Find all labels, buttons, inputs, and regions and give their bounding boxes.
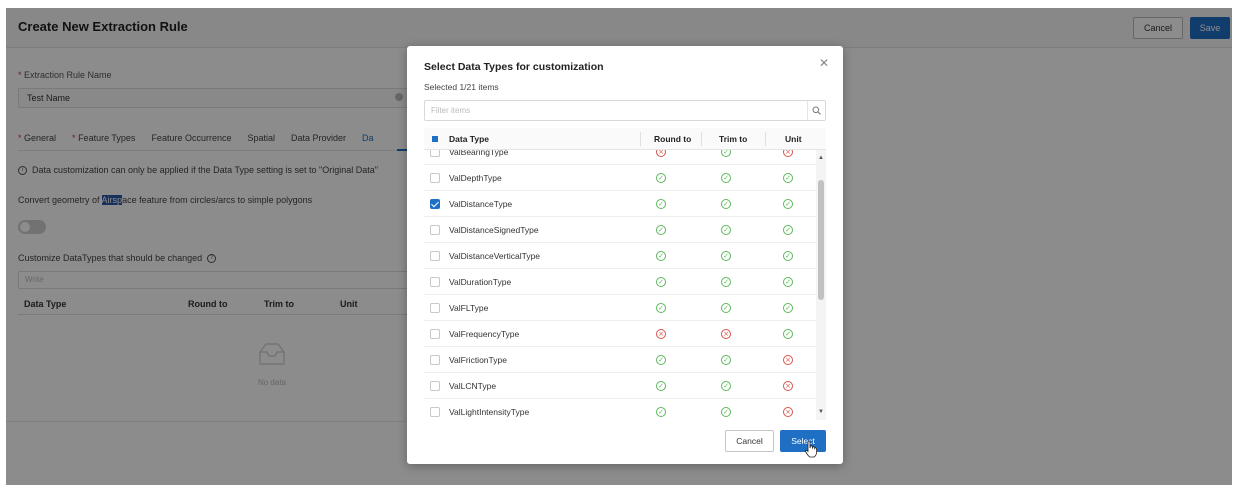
check-circle-icon: ✓ [783, 277, 793, 287]
select-all-checkbox[interactable] [432, 136, 438, 142]
table-row[interactable]: ValDistanceType ✓ ✓ ✓ [424, 191, 816, 217]
row-checkbox[interactable] [430, 329, 440, 339]
th-trim-to: Trim to [719, 134, 748, 144]
data-type-name: ValLCNType [449, 381, 497, 391]
data-type-name: ValFLType [449, 303, 489, 313]
data-type-name: ValDistanceType [449, 199, 513, 209]
data-type-name: ValLightIntensityType [449, 407, 530, 417]
check-circle-icon: ✓ [721, 303, 731, 313]
row-checkbox[interactable] [430, 150, 440, 157]
data-types-table: Data Type Round to Trim to Unit ValBeari… [424, 128, 826, 420]
data-type-name: ValFrequencyType [449, 329, 520, 339]
table-scrollbar[interactable]: ▲ ▼ [816, 150, 826, 420]
data-type-name: ValFrictionType [449, 355, 507, 365]
table-row[interactable]: ValFrequencyType × × ✓ [424, 321, 816, 347]
filter-input[interactable] [425, 101, 808, 120]
check-circle-icon: ✓ [656, 225, 666, 235]
check-circle-icon: ✓ [656, 173, 666, 183]
data-type-name: ValDurationType [449, 277, 512, 287]
scroll-down-icon[interactable]: ▼ [817, 408, 825, 416]
row-checkbox[interactable] [430, 407, 440, 417]
th-unit: Unit [785, 134, 802, 144]
check-circle-icon: ✓ [656, 407, 666, 417]
check-circle-icon: ✓ [656, 251, 666, 261]
check-circle-icon: ✓ [783, 225, 793, 235]
table-row[interactable]: ValLightIntensityType ✓ ✓ × [424, 399, 816, 420]
check-circle-icon: ✓ [721, 407, 731, 417]
row-checkbox[interactable] [430, 251, 440, 261]
check-circle-icon: ✓ [656, 355, 666, 365]
table-row[interactable]: ValDurationType ✓ ✓ ✓ [424, 269, 816, 295]
table-row[interactable]: ValDistanceSignedType ✓ ✓ ✓ [424, 217, 816, 243]
row-checkbox[interactable] [430, 303, 440, 313]
select-data-types-modal: Select Data Types for customization ✕ Se… [407, 46, 843, 464]
row-checkbox[interactable] [430, 277, 440, 287]
table-row[interactable]: ValLCNType ✓ ✓ × [424, 373, 816, 399]
table-row[interactable]: ValFLType ✓ ✓ ✓ [424, 295, 816, 321]
x-circle-icon: × [783, 150, 793, 157]
data-type-name: ValDistanceSignedType [449, 225, 539, 235]
table-row[interactable]: ValFrictionType ✓ ✓ × [424, 347, 816, 373]
row-checkbox[interactable] [430, 199, 440, 209]
select-button[interactable]: Select [780, 430, 826, 452]
check-circle-icon: ✓ [783, 303, 793, 313]
check-circle-icon: ✓ [721, 199, 731, 209]
close-icon[interactable]: ✕ [817, 56, 831, 70]
check-circle-icon: ✓ [656, 277, 666, 287]
row-checkbox[interactable] [430, 225, 440, 235]
table-row[interactable]: ValDistanceVerticalType ✓ ✓ ✓ [424, 243, 816, 269]
data-type-name: ValBearingType [449, 150, 509, 157]
x-circle-icon: × [783, 407, 793, 417]
data-type-name: ValDepthType [449, 173, 502, 183]
scroll-up-icon[interactable]: ▲ [817, 154, 825, 162]
search-icon [812, 106, 821, 115]
x-circle-icon: × [783, 355, 793, 365]
row-checkbox[interactable] [430, 173, 440, 183]
check-circle-icon: ✓ [783, 199, 793, 209]
table-header: Data Type Round to Trim to Unit [424, 128, 826, 150]
check-circle-icon: ✓ [783, 251, 793, 261]
table-row[interactable]: ValDepthType ✓ ✓ ✓ [424, 165, 816, 191]
x-circle-icon: × [721, 329, 731, 339]
cancel-button[interactable]: Cancel [725, 430, 774, 452]
scroll-thumb[interactable] [818, 180, 824, 300]
check-circle-icon: ✓ [721, 251, 731, 261]
check-circle-icon: ✓ [656, 199, 666, 209]
check-circle-icon: ✓ [721, 381, 731, 391]
table-row[interactable]: ValBearingType × ✓ × [424, 150, 816, 165]
filter-field [424, 100, 826, 121]
x-circle-icon: × [783, 381, 793, 391]
selected-count: Selected 1/21 items [424, 82, 499, 92]
search-button[interactable] [807, 101, 825, 120]
column-divider [640, 132, 641, 146]
row-checkbox[interactable] [430, 381, 440, 391]
column-divider [765, 132, 766, 146]
row-checkbox[interactable] [430, 355, 440, 365]
check-circle-icon: ✓ [783, 173, 793, 183]
table-body: ValBearingType × ✓ × ValDepthType ✓ ✓ ✓ ValDista… [424, 150, 816, 420]
check-circle-icon: ✓ [721, 225, 731, 235]
check-circle-icon: ✓ [721, 173, 731, 183]
th-round-to: Round to [654, 134, 692, 144]
data-type-name: ValDistanceVerticalType [449, 251, 541, 261]
check-circle-icon: ✓ [783, 329, 793, 339]
check-circle-icon: ✓ [721, 150, 731, 157]
check-circle-icon: ✓ [721, 355, 731, 365]
check-circle-icon: ✓ [656, 303, 666, 313]
hand-cursor-icon [805, 440, 817, 458]
x-circle-icon: × [656, 329, 666, 339]
check-circle-icon: ✓ [721, 277, 731, 287]
check-circle-icon: ✓ [656, 381, 666, 391]
th-data-type: Data Type [449, 134, 489, 144]
modal-title: Select Data Types for customization [424, 61, 604, 73]
column-divider [701, 132, 702, 146]
x-circle-icon: × [656, 150, 666, 157]
